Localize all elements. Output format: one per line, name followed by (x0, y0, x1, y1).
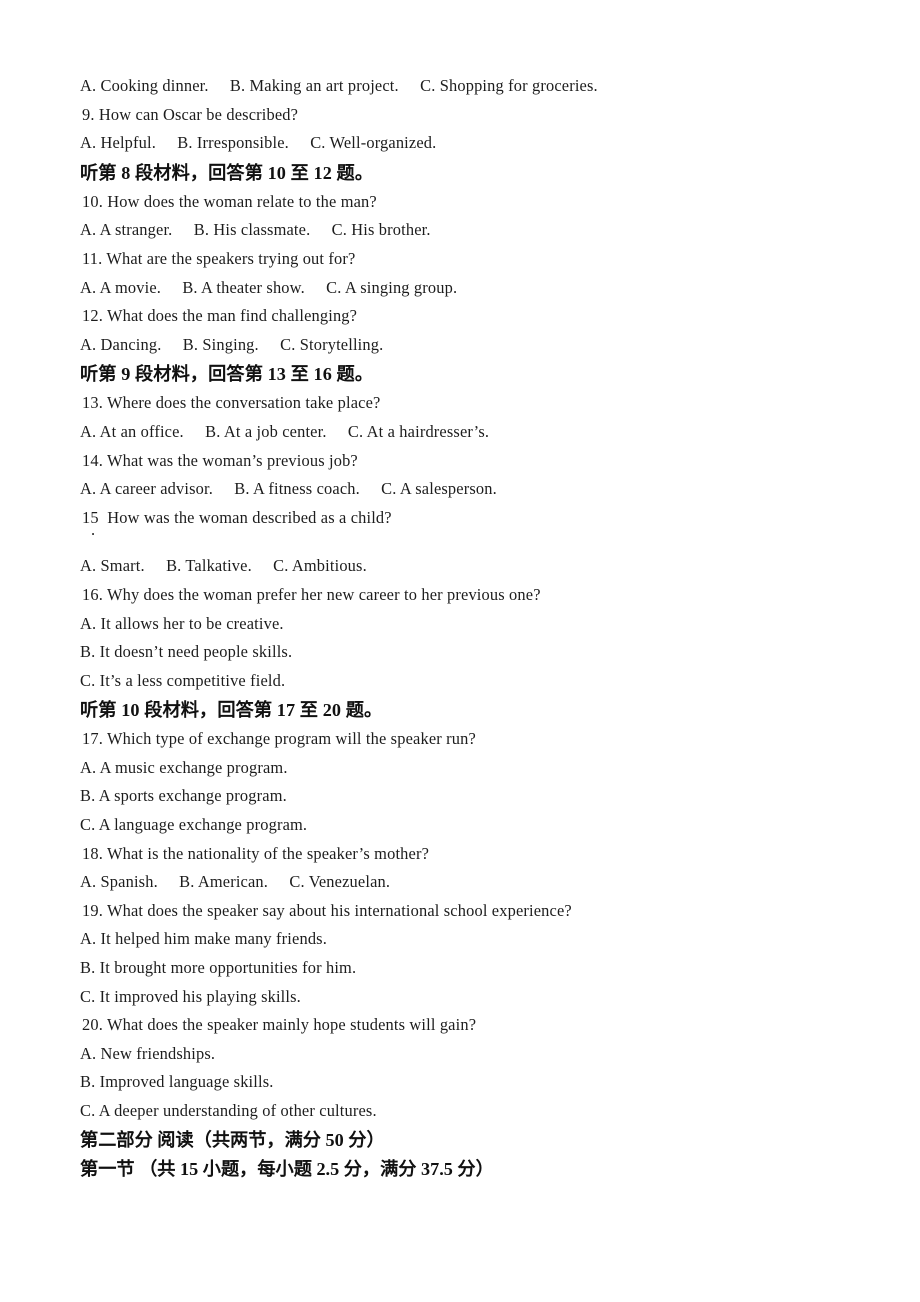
question-16-option-c: C. It’s a less competitive field. (80, 670, 286, 690)
question-15-stray-period-artifact: . (91, 519, 96, 539)
question-14-stem: 14. What was the woman’s previous job? (82, 450, 358, 470)
question-15-artifact-gap (80, 532, 870, 552)
question-11-stem: 11. What are the speakers trying out for… (82, 248, 356, 268)
question-20-stem: 20. What does the speaker mainly hope st… (82, 1015, 477, 1035)
listening-section-9-heading: 听第 9 段材料，回答第 13 至 16 题。 (80, 364, 374, 385)
question-15-stem-wrapper: 15 How was the woman described as a chil… (80, 504, 870, 539)
question-20-option-c: C. A deeper understanding of other cultu… (80, 1101, 377, 1120)
question-9-stem: 9. How can Oscar be described? (82, 104, 299, 124)
question-18-stem: 18. What is the nationality of the speak… (82, 843, 430, 863)
question-17-stem: 17. Which type of exchange program will … (82, 729, 476, 749)
question-20-option-b: B. Improved language skills. (80, 1072, 274, 1092)
question-19-stem: 19. What does the speaker say about his … (82, 900, 572, 920)
question-12-stem: 12. What does the man find challenging? (82, 306, 358, 326)
question-18-options: A. Spanish. B. American. C. Venezuelan. (80, 872, 391, 892)
question-8-options: A. Cooking dinner. B. Making an art proj… (80, 76, 598, 95)
question-19-option-a: A. It helped him make many friends. (80, 929, 327, 949)
question-17-option-c: C. A language exchange program. (80, 815, 308, 835)
question-11-options: A. A movie. B. A theater show. C. A sing… (80, 277, 458, 297)
question-16-stem: 16. Why does the woman prefer her new ca… (82, 584, 541, 604)
question-19-option-c: C. It improved his playing skills. (80, 986, 301, 1006)
listening-section-10-heading: 听第 10 段材料，回答第 17 至 20 题。 (80, 700, 383, 721)
page-content: A. Cooking dinner. B. Making an art proj… (80, 72, 870, 1185)
question-9-options: A. Helpful. B. Irresponsible. C. Well-or… (80, 133, 437, 153)
question-17-option-b: B. A sports exchange program. (80, 786, 287, 806)
question-10-stem: 10. How does the woman relate to the man… (82, 191, 377, 211)
question-19-option-b: B. It brought more opportunities for him… (80, 958, 357, 978)
question-13-stem: 13. Where does the conversation take pla… (82, 393, 381, 413)
question-15-options: A. Smart. B. Talkative. C. Ambitious. (80, 556, 367, 576)
question-16-option-b: B. It doesn’t need people skills. (80, 642, 293, 662)
question-13-options: A. At an office. B. At a job center. C. … (80, 421, 490, 441)
question-15-stem: 15 How was the woman described as a chil… (82, 507, 392, 527)
question-17-option-a: A. A music exchange program. (80, 757, 288, 777)
listening-section-8-heading: 听第 8 段材料，回答第 10 至 12 题。 (80, 162, 374, 183)
section-one-heading: 第一节 （共 15 小题，每小题 2.5 分，满分 37.5 分） (80, 1159, 494, 1180)
part-two-reading-heading: 第二部分 阅读（共两节，满分 50 分） (80, 1129, 385, 1150)
document-page: A. Cooking dinner. B. Making an art proj… (0, 0, 920, 1302)
question-16-option-a: A. It allows her to be creative. (80, 613, 284, 633)
question-20-option-a: A. New friendships. (80, 1043, 216, 1063)
question-10-options: A. A stranger. B. His classmate. C. His … (80, 220, 431, 240)
question-14-options: A. A career advisor. B. A fitness coach.… (80, 479, 497, 499)
question-12-options: A. Dancing. B. Singing. C. Storytelling. (80, 334, 384, 354)
